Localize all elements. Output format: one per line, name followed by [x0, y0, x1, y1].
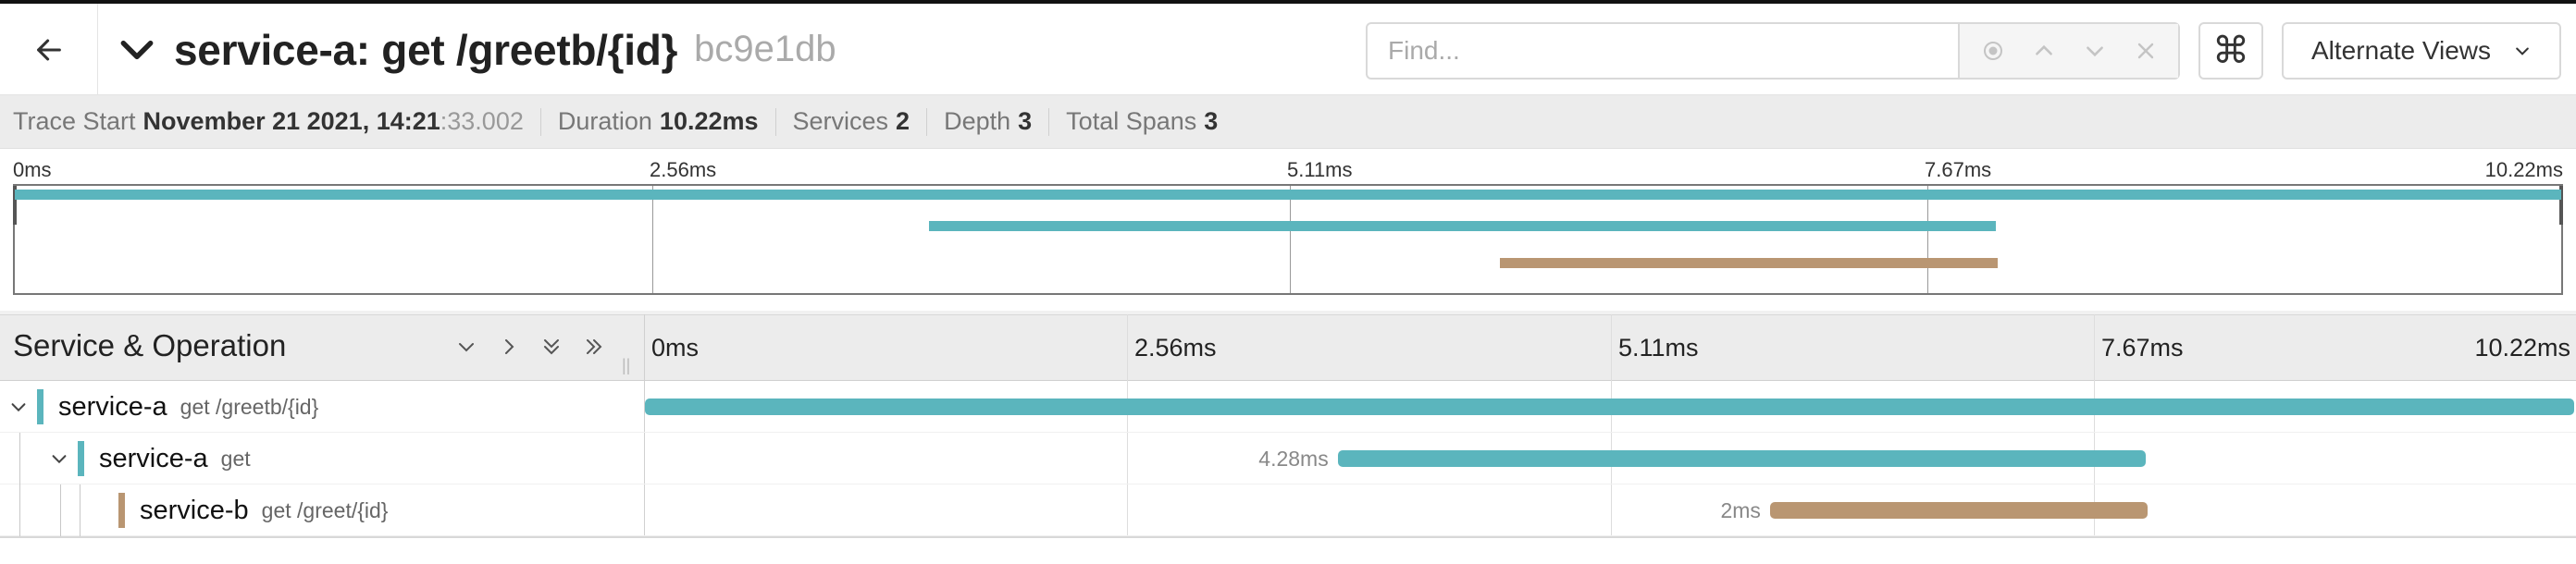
chevron-down-icon — [2086, 46, 2103, 57]
span-name-cell[interactable]: service-a get /greetb/{id} — [37, 381, 318, 433]
locate-match-button[interactable] — [1975, 32, 2012, 69]
service-name: service-a — [99, 443, 208, 473]
span-duration-label: 2ms — [1720, 498, 1761, 522]
expand-one-button[interactable] — [492, 330, 526, 363]
find-box — [1366, 22, 2180, 80]
duration-label: Duration — [557, 107, 652, 135]
back-button[interactable] — [0, 4, 98, 95]
minimap-span-bar — [15, 190, 2561, 200]
operation-name: get /greet/{id} — [261, 497, 389, 522]
trace-id: bc9e1db — [694, 29, 836, 69]
footer-divider — [0, 536, 2576, 538]
timeline-tick-label: 10.22ms — [2474, 334, 2570, 362]
timeline-tick-label: 2.56ms — [1134, 334, 1217, 362]
span-name-cell[interactable]: service-a get — [78, 433, 251, 484]
trace-title: service-a: get /greetb/{id} — [174, 25, 678, 74]
command-key-icon: ⌘ — [2212, 31, 2249, 71]
tree-indent-guide — [60, 484, 61, 536]
trace-total-spans: Total Spans 3 — [1066, 107, 1234, 136]
chevron-down-icon — [459, 343, 474, 352]
target-icon — [1983, 42, 2002, 60]
minimap-tick-label: 2.56ms — [650, 158, 717, 181]
prev-match-button[interactable] — [2025, 32, 2062, 69]
minimap-span-bar — [1499, 258, 1999, 268]
total-spans-label: Total Spans — [1066, 107, 1197, 135]
chevron-up-icon — [2035, 44, 2052, 55]
timeline-tick-label: 5.11ms — [1618, 334, 1699, 362]
trace-summary-bar: Trace Start November 21 2021, 14:21:33.0… — [0, 95, 2576, 149]
operation-name: get — [220, 446, 251, 471]
service-color-marker — [118, 493, 125, 528]
trace-start-seconds: :33.002 — [440, 107, 524, 135]
service-color-marker — [37, 389, 43, 424]
alternate-views-dropdown[interactable]: Alternate Views — [2282, 22, 2561, 80]
arrow-left-icon — [36, 39, 61, 60]
trace-services: Services 2 — [792, 107, 928, 136]
keyboard-shortcuts-button[interactable]: ⌘ — [2198, 22, 2263, 80]
span-collapse-toggle[interactable] — [6, 394, 31, 420]
minimap-tick-label: 10.22ms — [2484, 158, 2563, 181]
tree-indent-guide — [19, 433, 20, 484]
trace-depth: Depth 3 — [944, 107, 1050, 136]
collapse-controls — [450, 330, 611, 363]
depth-label: Depth — [944, 107, 1011, 135]
minimap-gridline — [1927, 186, 1928, 293]
service-name: service-a — [58, 391, 167, 422]
span-collapse-toggle[interactable] — [46, 446, 72, 472]
span-bar[interactable] — [1337, 450, 2146, 467]
alternate-views-label: Alternate Views — [2311, 36, 2492, 65]
span-duration-label: 4.28ms — [1258, 447, 1329, 471]
trace-start-label: Trace Start — [13, 107, 136, 135]
trace-timeline: Service & Operation || 0ms 2.56ms 5.11ms… — [0, 314, 2576, 536]
collapse-one-button[interactable] — [450, 330, 483, 363]
minimap-tick-label: 7.67ms — [1925, 158, 1992, 181]
find-actions — [1958, 24, 2178, 78]
depth-value: 3 — [1018, 107, 1033, 135]
trace-duration: Duration 10.22ms — [557, 107, 776, 136]
services-value: 2 — [896, 107, 910, 135]
double-chevron-down-icon — [544, 339, 559, 355]
trace-start-value: November 21 2021, 14:21 — [142, 107, 440, 135]
timeline-tick-label: 7.67ms — [2101, 334, 2184, 362]
chevron-down-icon — [120, 40, 154, 59]
tree-indent-guide — [19, 484, 20, 536]
service-color-marker — [78, 441, 84, 476]
chevron-down-icon — [2516, 47, 2529, 55]
span-bar[interactable] — [1769, 502, 2148, 519]
find-input[interactable] — [1368, 24, 1958, 78]
span-row[interactable]: service-a get 4.28ms — [0, 433, 2576, 484]
span-row[interactable]: service-b get /greet/{id} 2ms — [0, 484, 2576, 536]
trace-title-toggle[interactable]: service-a: get /greetb/{id} bc9e1db — [117, 4, 836, 95]
duration-value: 10.22ms — [659, 107, 759, 135]
trace-page-header: service-a: get /greetb/{id} bc9e1db ⌘ Al… — [0, 0, 2576, 95]
service-name: service-b — [140, 495, 249, 525]
double-chevron-right-icon — [587, 339, 602, 354]
next-match-button[interactable] — [2076, 32, 2113, 69]
span-row[interactable]: service-a get /greetb/{id} — [0, 381, 2576, 433]
minimap-gridline — [652, 186, 653, 293]
trace-minimap[interactable]: 0ms 2.56ms 5.11ms 7.67ms 10.22ms — [0, 149, 2576, 311]
timeline-tick-label: 0ms — [651, 334, 700, 362]
span-name-cell[interactable]: service-b get /greet/{id} — [118, 484, 389, 536]
trace-start: Trace Start November 21 2021, 14:21:33.0… — [13, 107, 541, 136]
operation-name: get /greetb/{id} — [180, 394, 319, 419]
column-resize-handle[interactable]: || — [622, 356, 630, 375]
collapse-all-button[interactable] — [535, 330, 568, 363]
timeline-header: Service & Operation || 0ms 2.56ms 5.11ms… — [0, 314, 2576, 381]
minimap-tick-label: 5.11ms — [1287, 158, 1353, 181]
close-icon — [2137, 43, 2153, 59]
minimap-gridline — [1290, 186, 1291, 293]
services-label: Services — [792, 107, 889, 135]
minimap-canvas[interactable] — [13, 184, 2563, 295]
chevron-down-icon — [52, 455, 67, 464]
total-spans-value: 3 — [1204, 107, 1219, 135]
chevron-right-icon — [505, 339, 514, 354]
chevron-down-icon — [11, 403, 26, 412]
minimap-tick-label: 0ms — [13, 158, 52, 181]
service-operation-title: Service & Operation — [13, 328, 287, 362]
clear-find-button[interactable] — [2127, 32, 2164, 69]
span-bar[interactable] — [645, 398, 2574, 415]
minimap-span-bar — [929, 221, 1996, 231]
expand-all-button[interactable] — [577, 330, 611, 363]
